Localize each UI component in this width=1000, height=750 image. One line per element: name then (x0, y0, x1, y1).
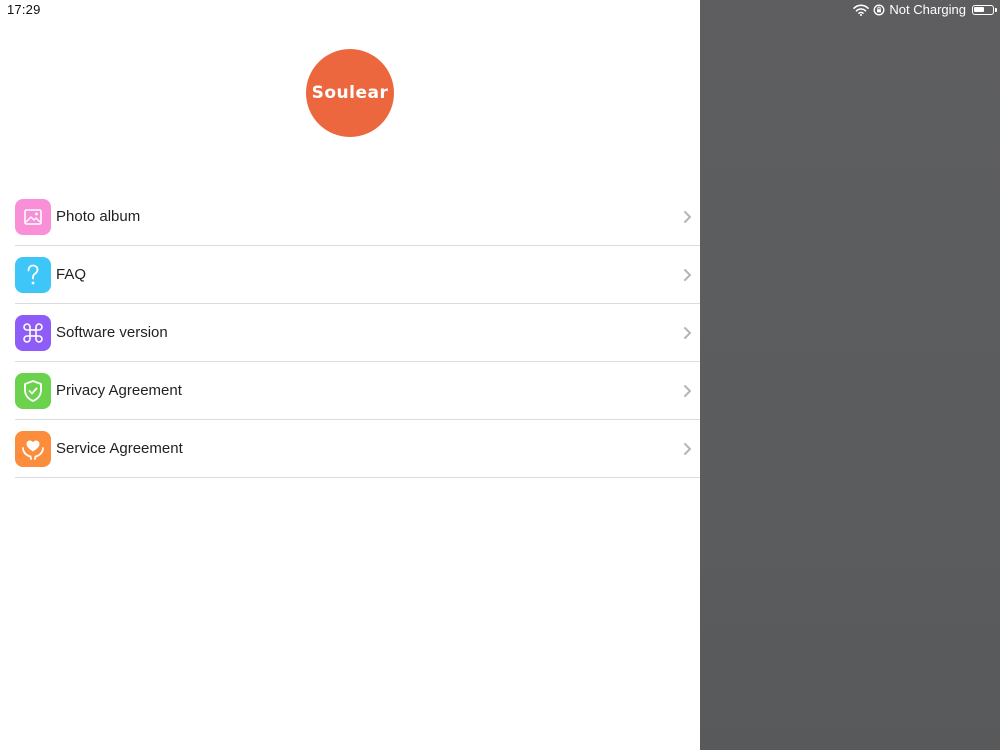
menu-item-software-version[interactable]: Software version (15, 304, 700, 362)
question-icon (15, 257, 51, 293)
photo-icon (15, 199, 51, 235)
menu-item-label: Photo album (56, 208, 141, 225)
dimmed-overlay[interactable] (700, 0, 1000, 750)
status-indicators: Not Charging (853, 2, 997, 17)
orientation-lock-icon (873, 4, 885, 15)
logo-text: Soulear (311, 83, 389, 103)
command-icon (15, 315, 51, 351)
status-bar: 17:29 Not Charging (0, 0, 1000, 20)
screen: Soulear Photo album FAQ Software version… (0, 0, 1000, 750)
chevron-right-icon (684, 327, 691, 339)
menu-item-photo-album[interactable]: Photo album (15, 188, 700, 246)
shield-check-icon (15, 373, 51, 409)
settings-menu: Photo album FAQ Software version Privacy… (0, 188, 700, 478)
menu-item-label: Service Agreement (56, 440, 183, 457)
heart-hands-icon (15, 431, 51, 467)
menu-item-label: FAQ (56, 266, 87, 283)
menu-item-faq[interactable]: FAQ (15, 246, 700, 304)
side-drawer: Soulear Photo album FAQ Software version… (0, 0, 700, 750)
menu-item-label: Privacy Agreement (56, 382, 182, 399)
chevron-right-icon (684, 269, 691, 281)
status-time: 17:29 (7, 2, 41, 17)
charging-status-text: Not Charging (889, 2, 966, 17)
app-logo: Soulear (306, 49, 394, 137)
chevron-right-icon (684, 443, 691, 455)
menu-item-privacy-agreement[interactable]: Privacy Agreement (15, 362, 700, 420)
menu-item-label: Software version (56, 324, 168, 341)
menu-item-service-agreement[interactable]: Service Agreement (15, 420, 700, 478)
battery-level-fill (974, 6, 985, 12)
chevron-right-icon (684, 211, 691, 223)
battery-icon (972, 4, 997, 15)
wifi-icon (853, 4, 870, 16)
chevron-right-icon (684, 385, 691, 397)
